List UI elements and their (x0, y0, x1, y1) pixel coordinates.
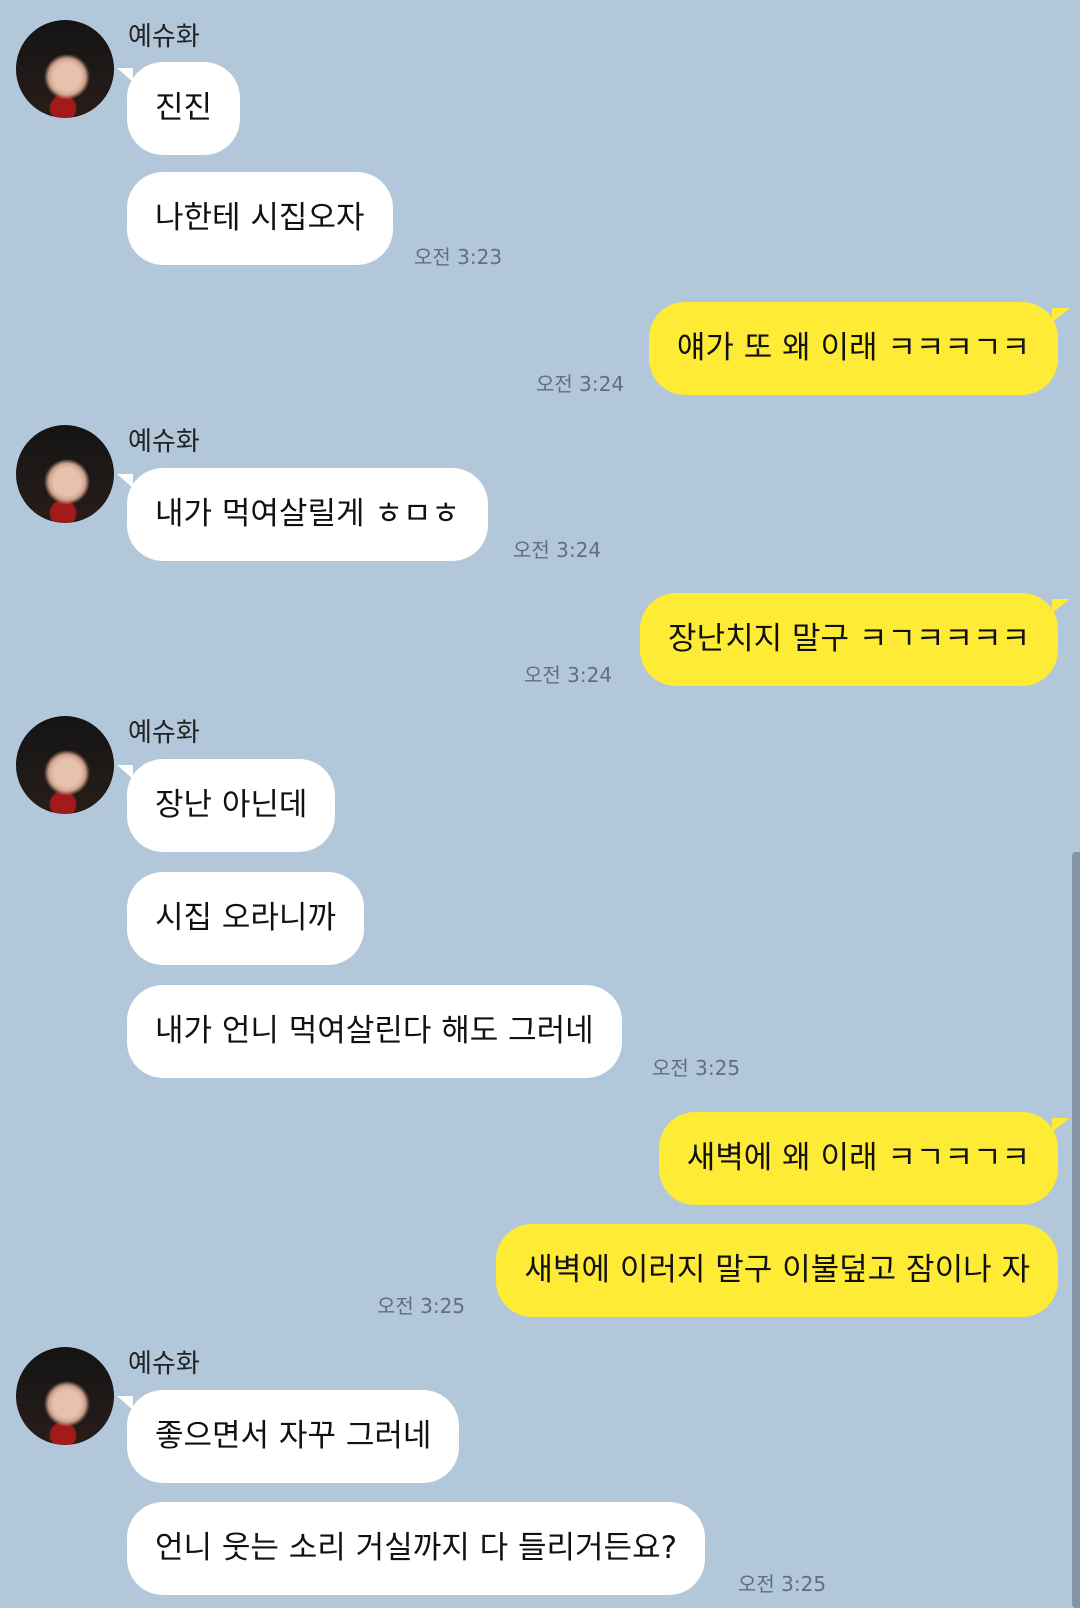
chat-screen: { "chat": { "partner_name": "예슈화", "grou… (0, 0, 1080, 1608)
message-bubble-outgoing[interactable]: 장난치지 말구 ㅋㄱㅋㅋㅋㅋ (640, 593, 1070, 686)
message-bubble[interactable]: 시집 오라니까 (127, 872, 364, 965)
message-time: 오전 3:24 (513, 538, 602, 562)
message-time: 오전 3:24 (536, 372, 625, 396)
avatar[interactable] (16, 425, 114, 523)
message-time: 오전 3:25 (377, 1294, 466, 1318)
message-time: 오전 3:24 (524, 663, 613, 687)
message-time: 오전 3:23 (414, 245, 503, 269)
sender-name: 예슈화 (128, 427, 200, 457)
scrollbar[interactable] (1072, 852, 1080, 1608)
avatar[interactable] (16, 1347, 114, 1445)
message-bubble[interactable]: 내가 언니 먹여살린다 해도 그러네 (127, 985, 622, 1078)
avatar[interactable] (16, 716, 114, 814)
message-bubble[interactable]: 진진 (116, 62, 241, 155)
sender-name: 예슈화 (128, 1349, 200, 1379)
message-bubble-outgoing[interactable]: 얘가 또 왜 이래 ㅋㅋㅋㄱㅋ (648, 302, 1071, 395)
message-bubble[interactable]: 내가 먹여살릴게 ㅎㅁㅎ (117, 468, 488, 561)
message-bubble[interactable]: 좋으면서 자꾸 그러네 (116, 1390, 460, 1483)
sender-name: 예슈화 (128, 718, 200, 748)
message-bubble-outgoing[interactable]: 새벽에 왜 이래 ㅋㄱㅋㄱㅋ (658, 1112, 1071, 1205)
message-bubble[interactable]: 나한테 시집오자 (127, 172, 393, 265)
sender-name: 예슈화 (128, 22, 200, 52)
message-bubble[interactable]: 장난 아닌데 (116, 759, 336, 852)
message-bubble[interactable]: 언니 웃는 소리 거실까지 다 들리거든요? (127, 1502, 706, 1595)
message-time: 오전 3:25 (738, 1572, 827, 1596)
avatar[interactable] (16, 20, 114, 118)
message-bubble-outgoing[interactable]: 새벽에 이러지 말구 이불덮고 잠이나 자 (496, 1224, 1058, 1317)
message-time: 오전 3:25 (652, 1056, 741, 1080)
